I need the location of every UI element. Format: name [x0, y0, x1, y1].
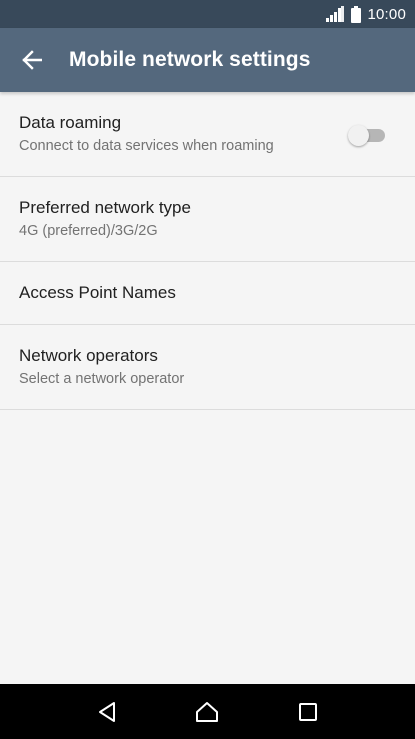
status-bar: 10:00	[0, 0, 415, 28]
signal-icon	[326, 6, 345, 22]
nav-home-button[interactable]	[177, 684, 237, 739]
setting-summary: 4G (preferred)/3G/2G	[19, 223, 158, 239]
nav-recents-button[interactable]	[278, 684, 338, 739]
arrow-left-icon	[22, 50, 42, 70]
battery-icon	[351, 5, 362, 23]
back-triangle-icon	[99, 701, 116, 722]
recents-square-icon	[298, 702, 317, 721]
home-icon	[196, 701, 219, 722]
toggle-thumb	[348, 125, 369, 146]
setting-data-roaming[interactable]: Data roaming Connect to data services wh…	[0, 92, 415, 177]
app-bar: Mobile network settings	[0, 28, 415, 92]
setting-title: Preferred network type	[19, 198, 191, 217]
settings-list: Data roaming Connect to data services wh…	[0, 92, 415, 410]
setting-access-point-names[interactable]: Access Point Names	[0, 262, 415, 325]
data-roaming-toggle[interactable]	[348, 125, 385, 146]
setting-title: Network operators	[19, 346, 158, 365]
back-button[interactable]	[0, 28, 64, 92]
clock: 10:00	[367, 5, 406, 23]
setting-network-operators[interactable]: Network operators Select a network opera…	[0, 325, 415, 410]
setting-summary: Select a network operator	[19, 371, 185, 387]
page-title: Mobile network settings	[69, 48, 311, 71]
setting-title: Access Point Names	[19, 283, 176, 302]
phone-screen: 10:00 Mobile network settings Data roami…	[0, 0, 415, 739]
navigation-bar	[0, 684, 415, 739]
nav-back-button[interactable]	[77, 684, 137, 739]
setting-preferred-network-type[interactable]: Preferred network type 4G (preferred)/3G…	[0, 177, 415, 262]
